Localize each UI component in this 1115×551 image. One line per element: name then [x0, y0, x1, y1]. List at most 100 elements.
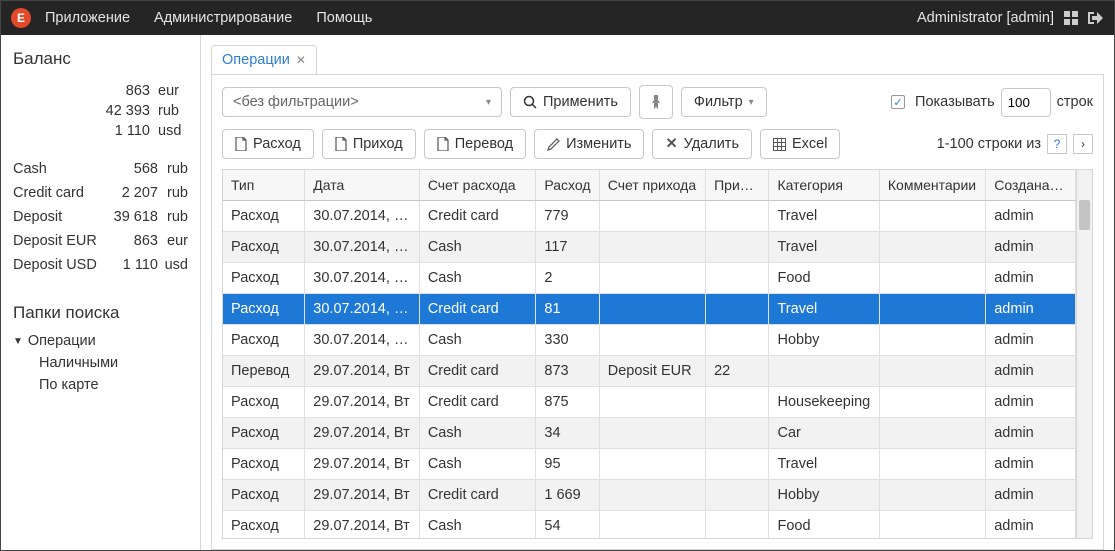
- cell: 30.07.2014, Ср: [305, 232, 420, 263]
- balance-total: 863eur: [13, 83, 188, 99]
- filter-dropdown[interactable]: <без фильтрации> ▾: [222, 87, 502, 117]
- apps-grid-icon[interactable]: [1064, 11, 1078, 25]
- table-row[interactable]: Расход29.07.2014, ВтCash95Traveladmin: [223, 449, 1076, 480]
- user-label[interactable]: Administrator [admin]: [917, 10, 1054, 26]
- cell: 29.07.2014, Вт: [305, 418, 420, 449]
- account-row[interactable]: Deposit EUR863eur: [13, 233, 188, 249]
- tree-child[interactable]: По карте: [13, 377, 188, 393]
- cell: Car: [769, 418, 879, 449]
- cell: 34: [536, 418, 599, 449]
- show-label: Показывать: [915, 94, 995, 110]
- col-header[interactable]: Тип: [223, 170, 305, 201]
- table-row[interactable]: Расход29.07.2014, ВтCash34Caradmin: [223, 418, 1076, 449]
- cell: [706, 418, 769, 449]
- cell: [879, 418, 985, 449]
- table-row[interactable]: Расход29.07.2014, ВтCash54Foodadmin: [223, 511, 1076, 540]
- cell: Cash: [419, 449, 536, 480]
- apply-button[interactable]: Применить: [510, 87, 631, 117]
- cell: 30.07.2014, Ср: [305, 325, 420, 356]
- tree-child[interactable]: Наличными: [13, 355, 188, 371]
- count-help-button[interactable]: ?: [1047, 134, 1067, 154]
- col-header[interactable]: Дата: [305, 170, 420, 201]
- cell: [599, 325, 705, 356]
- cell: [706, 232, 769, 263]
- cell: [706, 201, 769, 232]
- balance-total: 42 393rub: [13, 103, 188, 119]
- menu-admin[interactable]: Администрирование: [154, 10, 292, 26]
- document-icon: [335, 137, 347, 151]
- cell: 81: [536, 294, 599, 325]
- col-header[interactable]: Создана кем: [986, 170, 1076, 201]
- menubar: E Приложение Администрирование Помощь Ad…: [1, 1, 1114, 35]
- chevron-down-icon: ▾: [749, 97, 754, 108]
- table-row[interactable]: Расход30.07.2014, СрCredit card81Travela…: [223, 294, 1076, 325]
- cell: [706, 449, 769, 480]
- cell: [879, 449, 985, 480]
- table-row[interactable]: Расход30.07.2014, СрCash2Foodadmin: [223, 263, 1076, 294]
- vertical-scrollbar[interactable]: [1076, 170, 1092, 538]
- filter-button[interactable]: Фильтр ▾: [681, 87, 767, 117]
- excel-button[interactable]: Excel: [760, 129, 840, 159]
- table-row[interactable]: Расход30.07.2014, СрCredit card779Travel…: [223, 201, 1076, 232]
- table-row[interactable]: Расход30.07.2014, СрCash330Hobbyadmin: [223, 325, 1076, 356]
- cell: Cash: [419, 232, 536, 263]
- cell: admin: [986, 356, 1076, 387]
- table-row[interactable]: Расход29.07.2014, ВтCredit card1 669Hobb…: [223, 480, 1076, 511]
- col-header[interactable]: Расход: [536, 170, 599, 201]
- cell: [706, 480, 769, 511]
- cell: [599, 294, 705, 325]
- close-icon[interactable]: ✕: [296, 53, 306, 67]
- delete-button[interactable]: ✕Удалить: [652, 129, 752, 159]
- cell: Расход: [223, 511, 305, 540]
- show-checkbox[interactable]: ✓: [891, 95, 905, 109]
- income-button[interactable]: Приход: [322, 129, 416, 159]
- cell: Food: [769, 511, 879, 540]
- tab-operations[interactable]: Операции ✕: [211, 45, 317, 74]
- edit-button[interactable]: Изменить: [534, 129, 644, 159]
- account-row[interactable]: Credit card2 207rub: [13, 185, 188, 201]
- cell: 29.07.2014, Вт: [305, 511, 420, 540]
- cell: admin: [986, 449, 1076, 480]
- scrollbar-thumb[interactable]: [1079, 200, 1090, 230]
- menu-app[interactable]: Приложение: [45, 10, 130, 26]
- cell: [769, 356, 879, 387]
- cell: Перевод: [223, 356, 305, 387]
- cell: Credit card: [419, 480, 536, 511]
- col-header[interactable]: Счет расхода: [419, 170, 536, 201]
- cell: Travel: [769, 449, 879, 480]
- transfer-button[interactable]: Перевод: [424, 129, 526, 159]
- next-page-button[interactable]: ›: [1073, 134, 1093, 154]
- cell: Cash: [419, 263, 536, 294]
- cell: 330: [536, 325, 599, 356]
- cell: Расход: [223, 232, 305, 263]
- col-header[interactable]: Категория: [769, 170, 879, 201]
- table-row[interactable]: Расход30.07.2014, СрCash117Traveladmin: [223, 232, 1076, 263]
- col-header[interactable]: Комментарии: [879, 170, 985, 201]
- expense-button[interactable]: Расход: [222, 129, 314, 159]
- tree-root[interactable]: ▼Операции: [13, 333, 188, 349]
- cell: 95: [536, 449, 599, 480]
- pager-text: 1-100 строки из: [937, 136, 1041, 152]
- rows-input[interactable]: [1001, 88, 1051, 117]
- table-row[interactable]: Расход29.07.2014, ВтCredit card875Housek…: [223, 387, 1076, 418]
- account-row[interactable]: Deposit39 618rub: [13, 209, 188, 225]
- cell: [706, 294, 769, 325]
- account-row[interactable]: Cash568rub: [13, 161, 188, 177]
- cell: Housekeeping: [769, 387, 879, 418]
- pin-button[interactable]: [639, 85, 673, 119]
- cell: 779: [536, 201, 599, 232]
- account-row[interactable]: Deposit USD1 110usd: [13, 257, 188, 273]
- col-header[interactable]: Приход: [706, 170, 769, 201]
- menu-help[interactable]: Помощь: [316, 10, 372, 26]
- col-header[interactable]: Счет прихода: [599, 170, 705, 201]
- cell: Cash: [419, 418, 536, 449]
- cell: admin: [986, 325, 1076, 356]
- cell: admin: [986, 294, 1076, 325]
- logout-icon[interactable]: [1088, 11, 1104, 25]
- cell: admin: [986, 418, 1076, 449]
- cell: Cash: [419, 511, 536, 540]
- cell: 117: [536, 232, 599, 263]
- table-row[interactable]: Перевод29.07.2014, ВтCredit card873Depos…: [223, 356, 1076, 387]
- cell: [706, 263, 769, 294]
- main-area: Операции ✕ <без фильтрации> ▾ Применить …: [201, 35, 1114, 550]
